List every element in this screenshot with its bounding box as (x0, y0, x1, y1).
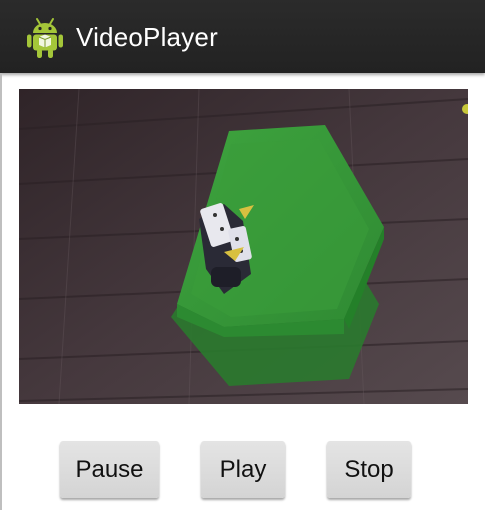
action-bar: VideoPlayer (0, 0, 485, 73)
pause-button[interactable]: Pause (60, 441, 159, 498)
video-frame (19, 89, 468, 404)
window-edge (0, 73, 2, 510)
stop-button[interactable]: Stop (327, 441, 411, 498)
app-window: VideoPlayer Pause Play Stop (0, 0, 485, 510)
play-button[interactable]: Play (201, 441, 285, 498)
video-view[interactable] (19, 89, 468, 404)
android-robot-icon (27, 18, 63, 58)
app-title: VideoPlayer (76, 22, 218, 52)
